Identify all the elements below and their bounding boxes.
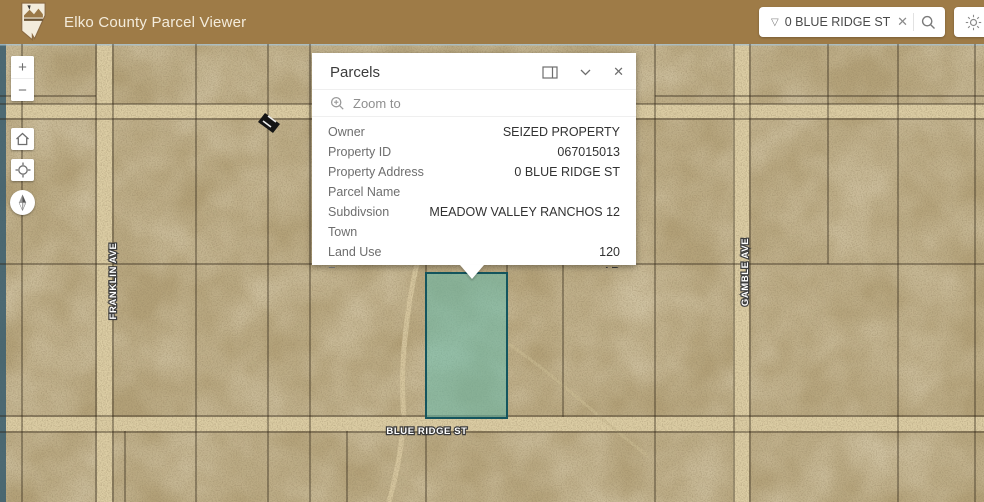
- chevron-down-icon: [580, 69, 591, 76]
- field-row-subdivision: Subdivsion MEADOW VALLEY RANCHOS 12: [312, 202, 636, 222]
- map-left-edge-strip: [0, 44, 6, 502]
- search-bar[interactable]: ▽ ✕: [759, 7, 945, 37]
- field-row-property-address: Property Address 0 BLUE RIDGE ST: [312, 162, 636, 182]
- search-input[interactable]: [783, 15, 892, 29]
- map-top-edge-line: [0, 44, 984, 46]
- field-row-owner: Owner SEIZED PROPERTY: [312, 122, 636, 142]
- zoom-to-label: Zoom to: [353, 96, 401, 111]
- selected-parcel-highlight[interactable]: [426, 273, 507, 418]
- dock-button[interactable]: [542, 66, 558, 79]
- zoom-in-button[interactable]: +: [11, 56, 34, 78]
- search-submit-button[interactable]: [914, 15, 939, 30]
- compass-button[interactable]: [10, 190, 35, 215]
- parcel-popup: Parcels ✕: [312, 53, 636, 265]
- zoom-out-button[interactable]: −: [11, 78, 34, 101]
- locate-icon: [15, 162, 31, 178]
- street-label-franklin: FRANKLIN AVE: [108, 243, 119, 320]
- collapse-button[interactable]: [580, 69, 591, 76]
- search-clear-icon[interactable]: ✕: [892, 14, 913, 30]
- zoom-controls: + −: [11, 56, 34, 101]
- basemap-brightness-button[interactable]: [954, 7, 984, 37]
- attribute-table: Owner SEIZED PROPERTY Property ID 067015…: [312, 117, 636, 268]
- search-icon: [921, 15, 936, 30]
- popup-actions: ✕: [542, 64, 624, 80]
- field-row-property-id: Property ID 067015013: [312, 142, 636, 162]
- field-row-town: Town: [312, 222, 636, 242]
- close-button[interactable]: ✕: [613, 64, 624, 80]
- home-button[interactable]: [11, 128, 34, 150]
- popup-pointer: [460, 265, 484, 279]
- dock-icon: [542, 66, 558, 79]
- zoom-to-icon: [330, 96, 345, 111]
- street-label-gamble: GAMBLE AVE: [740, 238, 751, 306]
- street-label-blue-ridge: BLUE RIDGE ST: [386, 426, 467, 437]
- header-controls: ▽ ✕: [759, 7, 984, 37]
- map-toolbar: + −: [11, 56, 34, 215]
- home-icon: [15, 132, 30, 146]
- popup-title: Parcels: [330, 64, 542, 81]
- app-window: Elko County Parcel Viewer ▽ ✕: [0, 0, 984, 502]
- elko-county-logo: [18, 2, 50, 42]
- page-title: Elko County Parcel Viewer: [64, 14, 246, 31]
- sun-icon: [965, 14, 982, 31]
- compass-needle-icon: [16, 194, 29, 211]
- locate-button[interactable]: [11, 159, 34, 181]
- field-row-land-use: Land Use 120: [312, 242, 636, 262]
- search-dropdown-icon[interactable]: ▽: [767, 17, 783, 28]
- field-row-parcel-name: Parcel Name: [312, 182, 636, 202]
- popup-header: Parcels ✕: [312, 53, 636, 89]
- zoom-to-action[interactable]: Zoom to: [312, 89, 636, 117]
- app-header: Elko County Parcel Viewer ▽ ✕: [0, 0, 984, 44]
